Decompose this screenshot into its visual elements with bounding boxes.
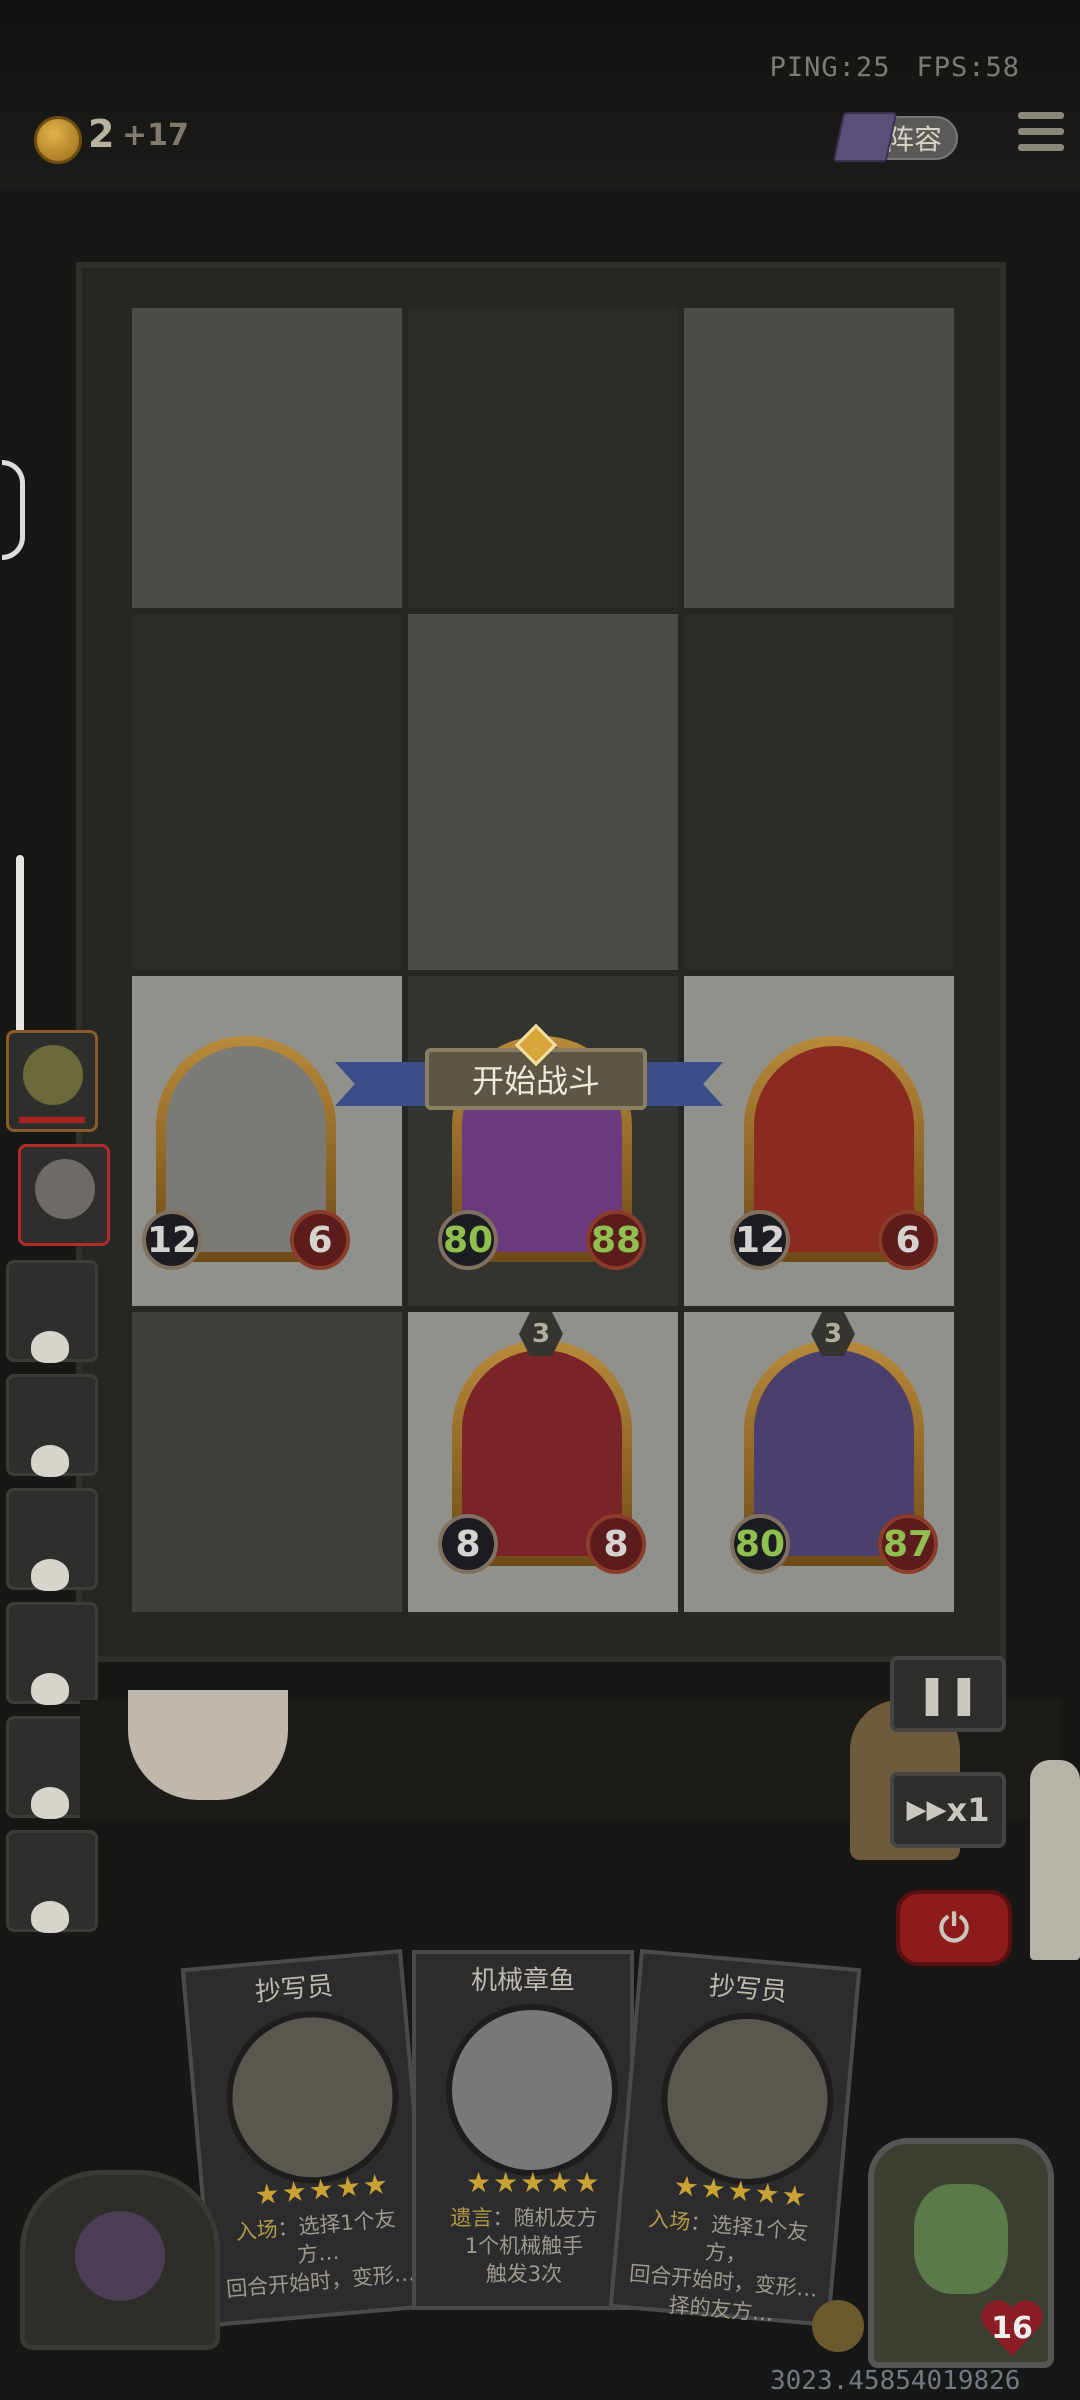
skull-icon (31, 1445, 69, 1477)
book-icon (832, 112, 898, 162)
attack-stat: 80 (730, 1514, 790, 1574)
skull-icon (31, 1901, 69, 1933)
keyword: 入场 (234, 2216, 279, 2245)
coin-count: 2 (88, 112, 115, 156)
skull-icon (31, 1331, 69, 1363)
attack-stat: 12 (730, 1210, 790, 1270)
shop-button[interactable] (20, 2170, 220, 2350)
ping-label: PING:25 (769, 52, 891, 83)
card-title: 抄写员 (253, 1971, 335, 2008)
scrollbar[interactable] (16, 855, 24, 1035)
speed-button[interactable]: ▶▶ x1 (890, 1772, 1006, 1848)
star-rating: ★★★★★ (466, 2166, 602, 2199)
upgrade-icon[interactable] (812, 2300, 864, 2352)
pause-button[interactable]: ❚❚ (890, 1656, 1006, 1732)
skull-icon (31, 1559, 69, 1591)
star-rating: ★★★★★ (672, 2168, 811, 2214)
octopus-art (446, 2004, 618, 2176)
roster-player-opponent[interactable] (18, 1144, 110, 1246)
hero-health: 16 (991, 2310, 1033, 2346)
skull-icon (31, 1787, 69, 1819)
hamburger-menu-icon[interactable] (1018, 112, 1064, 156)
health-stat: 88 (586, 1210, 646, 1270)
board-slot[interactable] (132, 308, 402, 608)
scribe-art (219, 2004, 406, 2191)
board-slot[interactable] (132, 1312, 402, 1612)
roster-player-eliminated[interactable] (6, 1830, 98, 1933)
roster-player-eliminated[interactable] (6, 1488, 98, 1591)
start-battle-banner[interactable]: 开始战斗 (335, 1023, 723, 1118)
card-title: 机械章鱼 (470, 1966, 575, 1996)
keyword: 遗言 (450, 2206, 493, 2230)
card-description: 入场：选择1个友方… 回合开始时，变形… (217, 2203, 420, 2304)
fps-label: FPS:58 (916, 52, 1020, 83)
unit-card-jester[interactable]: 3 8 8 (438, 1312, 646, 1574)
speed-label: x1 (946, 1791, 990, 1829)
surrender-button[interactable]: ⏻ (896, 1890, 1012, 1966)
chess-piece-decoration (1030, 1760, 1080, 1960)
unit-card-mech-octopus[interactable]: 12 6 (142, 1036, 350, 1270)
goblin-avatar (23, 1045, 83, 1105)
card-description: 入场：选择1个友方， 回合开始时，变形… 择的友方… (622, 2203, 827, 2332)
coin-icon (34, 116, 82, 164)
card-description: 遗言：随机友方 1个机械触手 触发3次 (426, 2204, 622, 2288)
power-icon: ⏻ (938, 1905, 970, 1950)
top-bar (0, 0, 1080, 190)
attack-stat: 8 (438, 1514, 498, 1574)
health-bar (19, 1117, 85, 1123)
health-stat: 8 (586, 1514, 646, 1574)
card-title: 抄写员 (707, 1971, 789, 2008)
board-slot[interactable] (408, 614, 678, 970)
board-slot[interactable] (684, 308, 954, 608)
board-slot[interactable] (408, 308, 678, 608)
pause-icon: ❚❚ (916, 1672, 980, 1716)
unit-card-rat[interactable]: 3 80 87 (730, 1312, 938, 1574)
fast-forward-icon: ▶▶ (906, 1795, 947, 1825)
attack-stat: 12 (142, 1210, 202, 1270)
health-stat: 6 (878, 1210, 938, 1270)
board-slot[interactable] (684, 614, 954, 970)
network-stats: PING:25 FPS:58 (744, 52, 1020, 83)
bell-jar-icon (75, 2211, 165, 2301)
skull-icon (31, 1673, 69, 1705)
hand-card-scribe[interactable]: 抄写员 ★★★★★ 入场：选择1个友方， 回合开始时，变形… 择的友方… (608, 1949, 862, 2327)
health-stat: 6 (290, 1210, 350, 1270)
keyword: 入场 (647, 2206, 692, 2235)
scribe-art (654, 2005, 841, 2193)
health-stat: 87 (878, 1514, 938, 1574)
coin-bonus: +17 (122, 118, 189, 153)
attack-stat: 80 (438, 1210, 498, 1270)
unit-card-phoenix[interactable]: 12 6 (730, 1036, 938, 1270)
roster-player-current[interactable] (6, 1030, 98, 1132)
board-slot[interactable] (132, 614, 402, 970)
side-drawer-handle[interactable] (2, 460, 25, 560)
old-man-avatar (35, 1159, 95, 1219)
goblin-hero-avatar (914, 2184, 1008, 2294)
roster-player-eliminated[interactable] (6, 1602, 98, 1705)
roster-player-eliminated[interactable] (6, 1374, 98, 1477)
hand-card-mech-octopus[interactable]: 机械章鱼 ★★★★★ 遗言：随机友方 1个机械触手 触发3次 (412, 1950, 634, 2310)
ribbon-left (335, 1062, 425, 1106)
seed-number: 3023.45854019826 (770, 2366, 1021, 2396)
roster-player-eliminated[interactable] (6, 1260, 98, 1363)
